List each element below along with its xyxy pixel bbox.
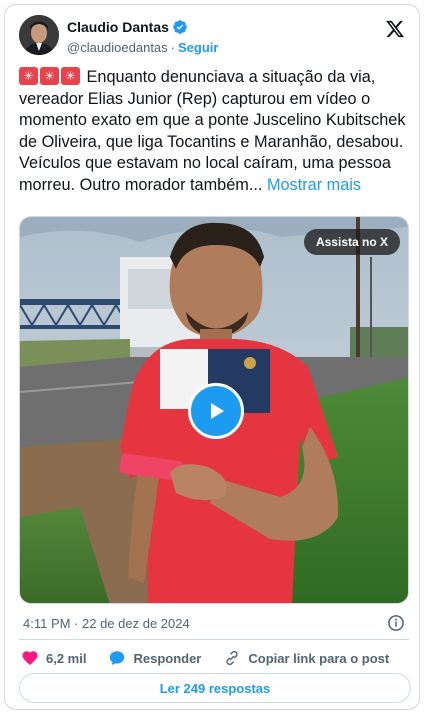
tweet-actions: 6,2 mil Responder Copiar link para o pos… (21, 648, 411, 668)
heart-icon (22, 651, 38, 666)
info-icon[interactable] (387, 614, 405, 632)
play-icon (211, 403, 224, 419)
reply-label: Responder (133, 650, 202, 666)
siren-emoji-icon (40, 67, 59, 85)
avatar[interactable] (19, 15, 59, 55)
author-info: Claudio Dantas @claudioedantas · Seguir (67, 18, 218, 56)
reply-button[interactable]: Responder (108, 649, 201, 667)
tweet-header: Claudio Dantas @claudioedantas · Seguir (19, 15, 407, 61)
separator-dot: · (170, 39, 175, 55)
copy-link-button[interactable]: Copiar link para o post (223, 649, 389, 667)
read-replies-button[interactable]: Ler 249 respostas (19, 673, 411, 703)
copy-link-label: Copiar link para o post (248, 650, 390, 666)
video-player[interactable]: Assista no X (19, 216, 409, 604)
like-count: 6,2 mil (46, 650, 87, 666)
reply-bubble-icon (110, 651, 125, 666)
tweet-text: Enquanto denunciava a situação da via, v… (19, 67, 411, 196)
link-icon (226, 650, 239, 666)
siren-emoji-icon (19, 67, 38, 85)
x-logo-icon[interactable] (385, 19, 405, 39)
siren-emoji-icon (61, 67, 80, 85)
author-handle[interactable]: @claudioedantas (67, 40, 168, 55)
verified-badge-icon (173, 20, 187, 34)
tweet-timestamp[interactable]: 4:11 PM · 22 de dez de 2024 (23, 616, 190, 631)
like-button[interactable]: 6,2 mil (21, 649, 86, 667)
watch-on-x-badge[interactable]: Assista no X (303, 229, 400, 255)
follow-link[interactable]: Seguir (178, 40, 218, 55)
play-button[interactable] (188, 383, 244, 439)
author-name[interactable]: Claudio Dantas (67, 19, 169, 35)
tweet-embed-card: Claudio Dantas @claudioedantas · Seguir … (4, 4, 420, 710)
divider (19, 639, 409, 640)
show-more-link[interactable]: Mostrar mais (267, 176, 361, 194)
